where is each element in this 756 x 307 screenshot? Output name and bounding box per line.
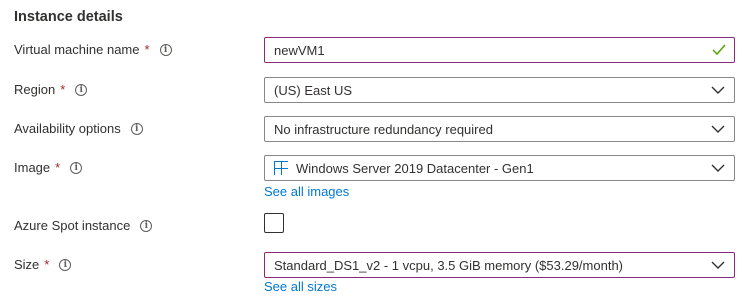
availability-value: No infrastructure redundancy required [274, 121, 493, 137]
region-dropdown[interactable]: (US) East US [264, 77, 735, 103]
required-marker: * [144, 42, 150, 57]
size-dropdown[interactable]: Standard_DS1_v2 - 1 vcpu, 3.5 GiB memory… [264, 252, 735, 278]
availability-dropdown[interactable]: No infrastructure redundancy required [264, 116, 735, 142]
vm-name-label-text: Virtual machine name [14, 42, 140, 57]
chevron-down-icon [711, 164, 725, 172]
section-title: Instance details [14, 9, 123, 25]
info-icon[interactable]: i [59, 258, 72, 271]
see-all-sizes-link[interactable]: See all sizes [264, 279, 337, 294]
spot-label-text: Azure Spot instance [14, 218, 131, 233]
see-all-images-link[interactable]: See all images [264, 184, 349, 199]
info-icon[interactable]: i [70, 161, 83, 174]
image-value: Windows Server 2019 Datacenter - Gen1 [296, 160, 534, 176]
vm-name-label: Virtual machine name * i [14, 42, 172, 57]
chevron-down-icon [711, 125, 725, 133]
spot-label: Azure Spot instance i [14, 218, 153, 233]
image-label-text: Image [14, 160, 51, 175]
size-label: Size * i [14, 257, 72, 272]
required-marker: * [44, 257, 50, 272]
region-label: Region * i [14, 82, 88, 97]
info-icon[interactable]: i [140, 219, 153, 232]
size-label-text: Size [14, 257, 40, 272]
spot-instance-checkbox[interactable] [264, 213, 284, 233]
availability-label: Availability options i [14, 121, 143, 136]
size-value: Standard_DS1_v2 - 1 vcpu, 3.5 GiB memory… [274, 257, 624, 273]
availability-label-text: Availability options [14, 121, 121, 136]
region-value: (US) East US [274, 82, 353, 98]
image-dropdown[interactable]: Windows Server 2019 Datacenter - Gen1 [264, 155, 735, 181]
info-icon[interactable]: i [130, 122, 143, 135]
vm-name-value: newVM1 [274, 42, 325, 58]
chevron-down-icon [711, 86, 725, 94]
required-marker: * [55, 160, 61, 175]
checkmark-icon [712, 44, 726, 56]
info-icon[interactable]: i [159, 43, 172, 56]
info-icon[interactable]: i [75, 83, 88, 96]
windows-logo-icon [274, 161, 288, 175]
region-label-text: Region [14, 82, 56, 97]
required-marker: * [60, 82, 66, 97]
chevron-down-icon [711, 261, 725, 269]
vm-name-input[interactable]: newVM1 [264, 37, 735, 63]
image-label: Image * i [14, 160, 83, 175]
